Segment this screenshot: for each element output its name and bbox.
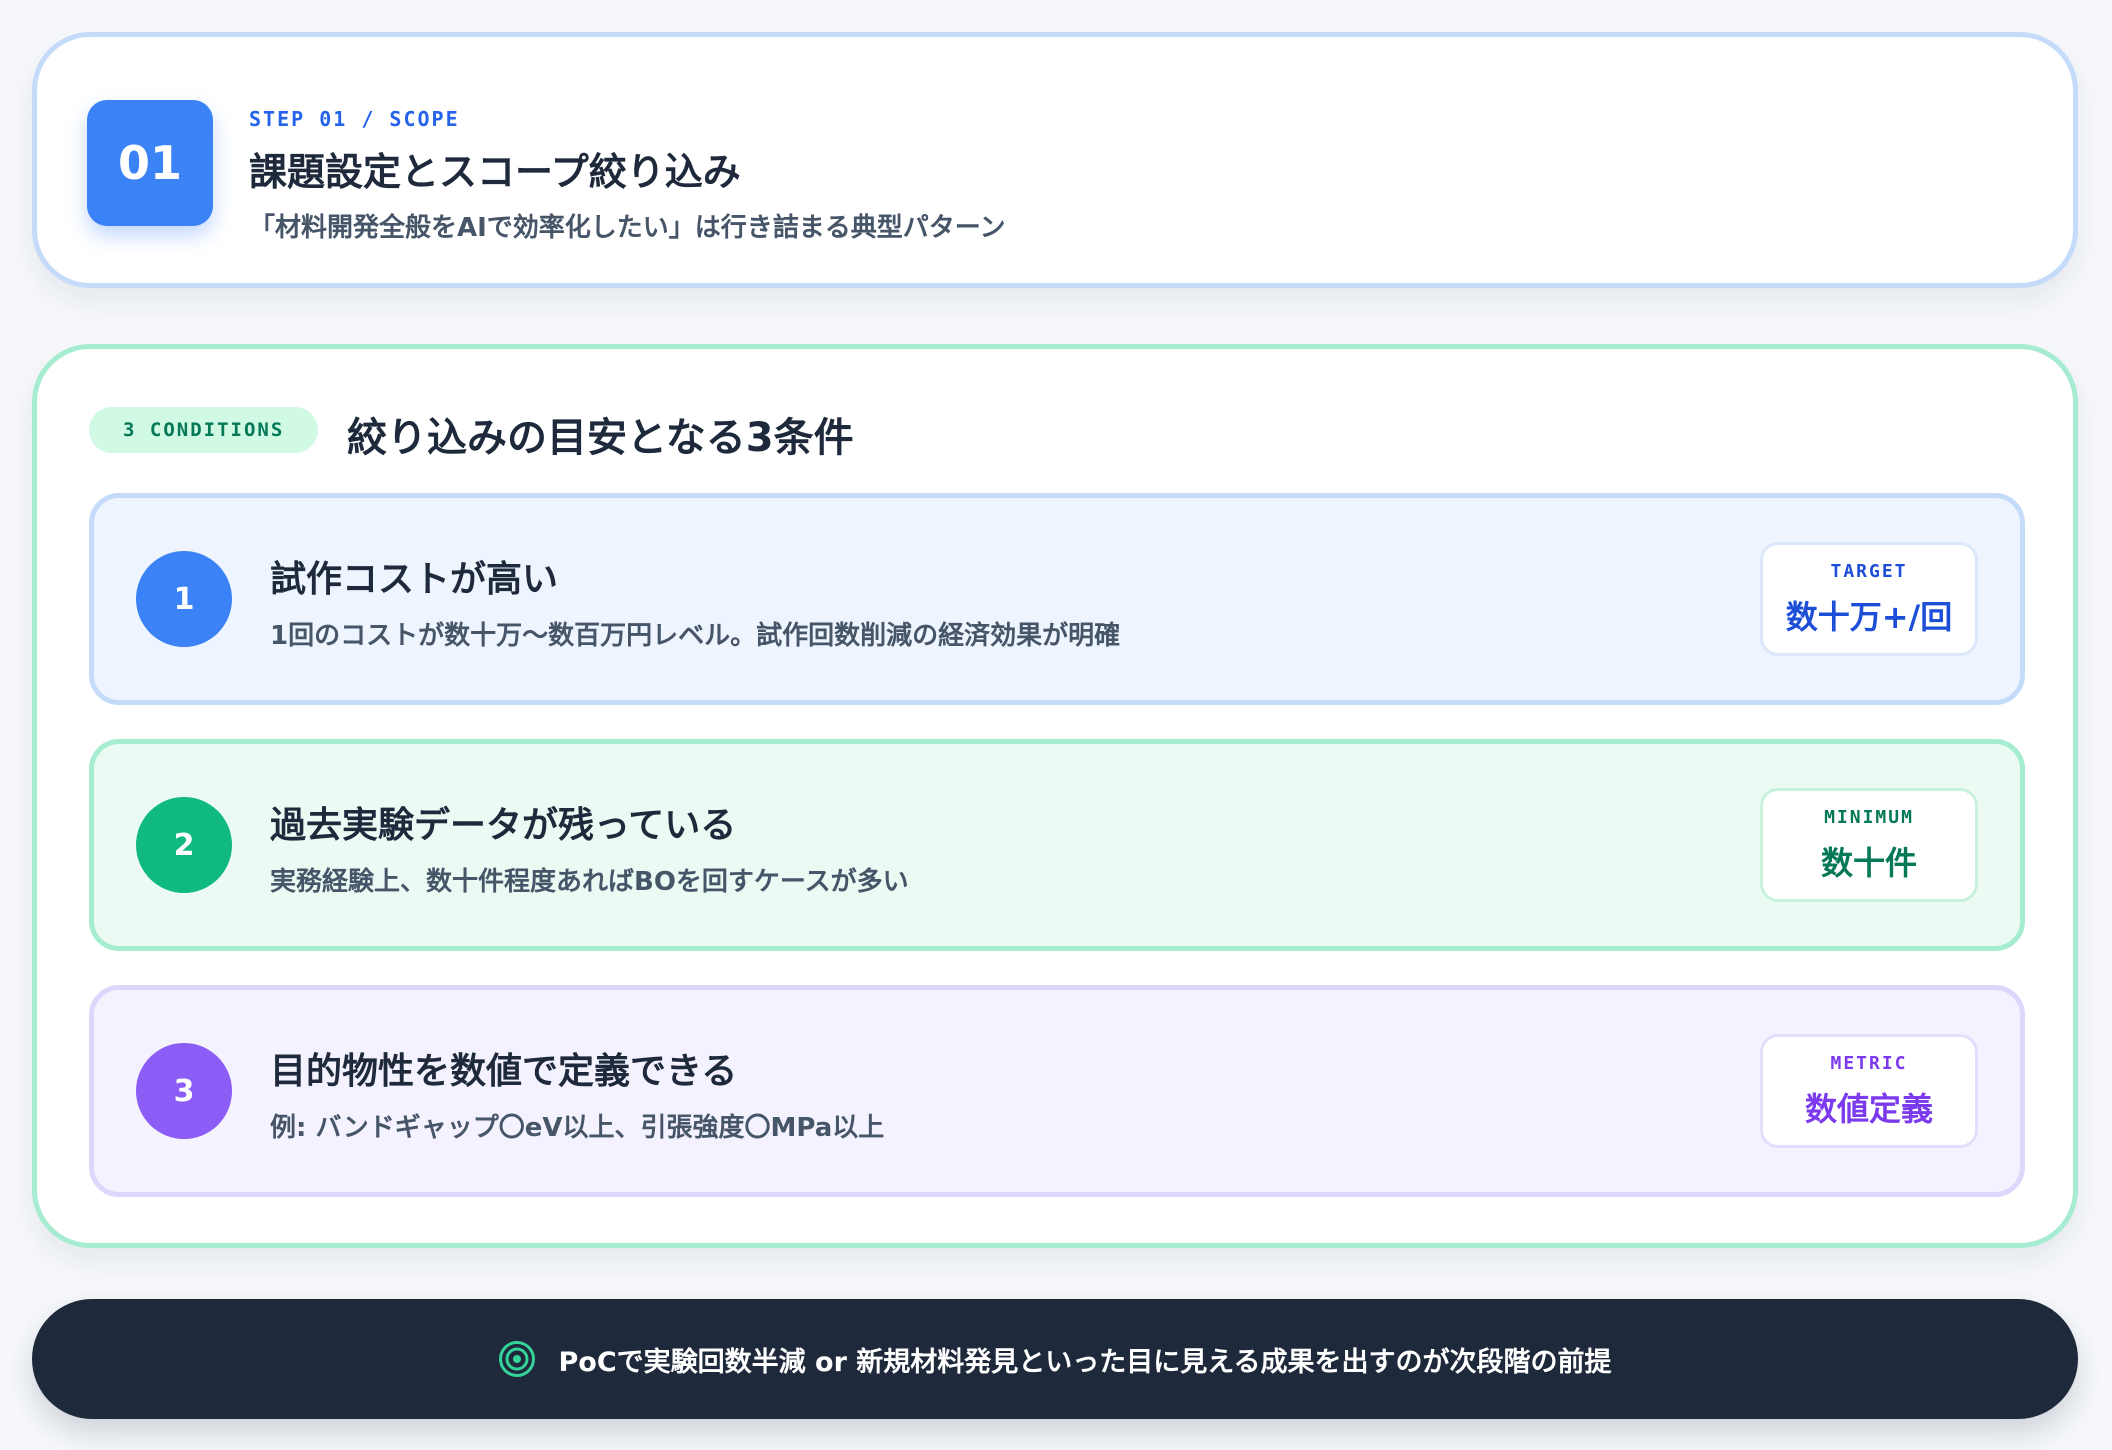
step-header-card: 01 STEP 01 / SCOPE 課題設定とスコープ絞り込み 「材料開発全般… [32, 32, 2078, 288]
condition-number-badge: 2 [136, 797, 232, 893]
footer-banner: PoCで実験回数半減 or 新規材料発見といった目に見える成果を出すのが次段階の… [32, 1299, 2078, 1419]
condition-metric-box: TARGET 数十万+/回 [1760, 542, 1978, 656]
condition-description: 例: バンドギャップ〇eV以上、引張強度〇MPa以上 [270, 1113, 885, 1143]
condition-row-1: 1 試作コストが高い 1回のコストが数十万〜数百万円レベル。試作回数削減の経済効… [89, 493, 2025, 705]
footer-text: PoCで実験回数半減 or 新規材料発見といった目に見える成果を出すのが次段階の… [558, 1346, 1612, 1378]
conditions-title: 絞り込みの目安となる3条件 [347, 415, 854, 461]
condition-title: 試作コストが高い [270, 559, 559, 600]
condition-metric-box: MINIMUM 数十件 [1760, 788, 1978, 902]
condition-row-3: 3 目的物性を数値で定義できる 例: バンドギャップ〇eV以上、引張強度〇MPa… [89, 985, 2025, 1197]
metric-label: MINIMUM [1824, 806, 1914, 828]
conditions-card: 3 CONDITIONS 絞り込みの目安となる3条件 1 試作コストが高い 1回… [32, 344, 2078, 1248]
condition-row-2: 2 過去実験データが残っている 実務経験上、数十件程度あればBOを回すケースが多… [89, 739, 2025, 951]
page-title: 課題設定とスコープ絞り込み [249, 150, 741, 194]
condition-title: 目的物性を数値で定義できる [270, 1051, 738, 1092]
step-number-badge: 01 [87, 100, 213, 226]
step-eyebrow: STEP 01 / SCOPE [249, 107, 460, 131]
condition-metric-box: METRIC 数値定義 [1760, 1034, 1978, 1148]
metric-value: 数値定義 [1804, 1089, 1933, 1128]
target-icon [498, 1340, 536, 1378]
condition-number-badge: 3 [136, 1043, 232, 1139]
metric-label: METRIC [1830, 1052, 1908, 1074]
condition-description: 実務経験上、数十件程度あればBOを回すケースが多い [270, 867, 909, 897]
page-subtitle: 「材料開発全般をAIで効率化したい」は行き詰まる典型パターン [249, 213, 1006, 243]
metric-label: TARGET [1830, 560, 1908, 582]
condition-title: 過去実験データが残っている [270, 805, 737, 846]
metric-value: 数十万+/回 [1785, 597, 1953, 636]
conditions-pill: 3 CONDITIONS [89, 407, 319, 453]
condition-number-badge: 1 [136, 551, 232, 647]
metric-value: 数十件 [1820, 843, 1917, 882]
condition-description: 1回のコストが数十万〜数百万円レベル。試作回数削減の経済効果が明確 [270, 621, 1121, 651]
